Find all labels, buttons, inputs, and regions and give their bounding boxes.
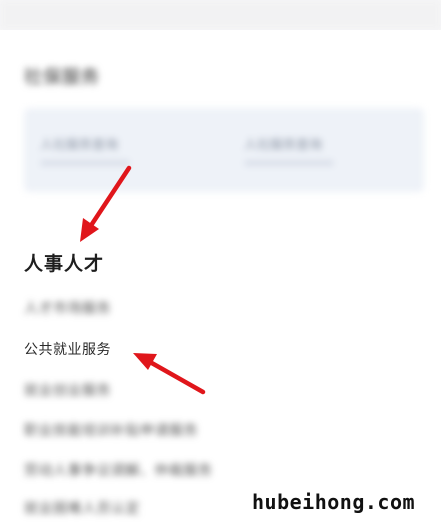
menu-item-public-employment[interactable]: 公共就业服务 bbox=[24, 339, 111, 359]
quick-service-right[interactable]: 人社服务查询 bbox=[244, 134, 322, 153]
section-title-hr-talent: 人事人才 bbox=[24, 253, 105, 275]
menu-item-talent-market[interactable]: 人才市场服务 bbox=[24, 298, 111, 318]
quick-service-right-sub bbox=[244, 160, 334, 166]
blurred-section-title: 社保服务 bbox=[24, 67, 100, 88]
app-page: 社保服务 人社服务查询 人社服务查询 人事人才 人才市场服务 公共就业服务 就业… bbox=[0, 0, 441, 528]
quick-service-left-sub bbox=[40, 160, 130, 166]
quick-services-box[interactable]: 人社服务查询 人社服务查询 bbox=[24, 108, 424, 192]
quick-service-left[interactable]: 人社服务查询 bbox=[40, 134, 118, 153]
top-strip bbox=[0, 0, 441, 30]
menu-item-labor-dispute[interactable]: 劳动人事争议调解、仲裁服务 bbox=[24, 460, 213, 480]
menu-item-hardship-certification[interactable]: 就业困难人员认定 bbox=[24, 498, 140, 518]
watermark-text: hubeihong.com bbox=[252, 490, 416, 514]
menu-item-skill-training[interactable]: 职业技能培训补贴申请服务 bbox=[24, 420, 198, 440]
menu-item-employment-startup[interactable]: 就业创业服务 bbox=[24, 380, 111, 400]
